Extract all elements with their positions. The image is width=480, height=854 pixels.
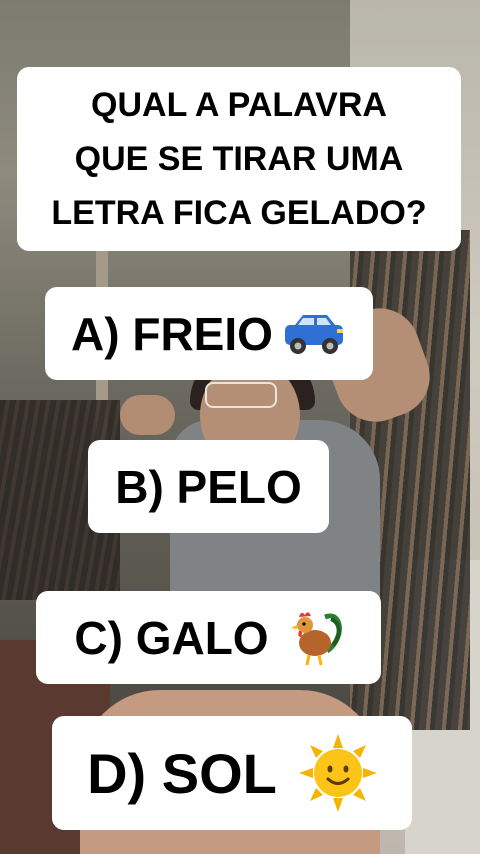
option-b-label: B) PELO bbox=[115, 460, 302, 513]
option-c-label: C) GALO bbox=[74, 611, 269, 664]
option-a-label: A) FREIO bbox=[71, 307, 273, 360]
car-icon bbox=[281, 311, 347, 357]
question-line-1: QUAL A PALAVRA bbox=[91, 86, 387, 124]
question-line-3: LETRA FICA GELADO? bbox=[51, 194, 427, 232]
option-a-button[interactable]: A) FREIO bbox=[45, 287, 373, 380]
person-glasses bbox=[205, 382, 277, 408]
question-line-2: QUE SE TIRAR UMA bbox=[74, 140, 404, 178]
sun-icon bbox=[298, 734, 377, 812]
question-card: QUAL A PALAVRA QUE SE TIRAR UMA LETRA FI… bbox=[17, 67, 461, 251]
option-d-button[interactable]: D) SOL bbox=[52, 716, 412, 830]
person-hand bbox=[120, 395, 175, 435]
option-d-label: D) SOL bbox=[87, 741, 277, 805]
option-b-button[interactable]: B) PELO bbox=[88, 440, 329, 533]
option-c-button[interactable]: C) GALO bbox=[36, 591, 381, 684]
rooster-icon bbox=[287, 607, 343, 669]
